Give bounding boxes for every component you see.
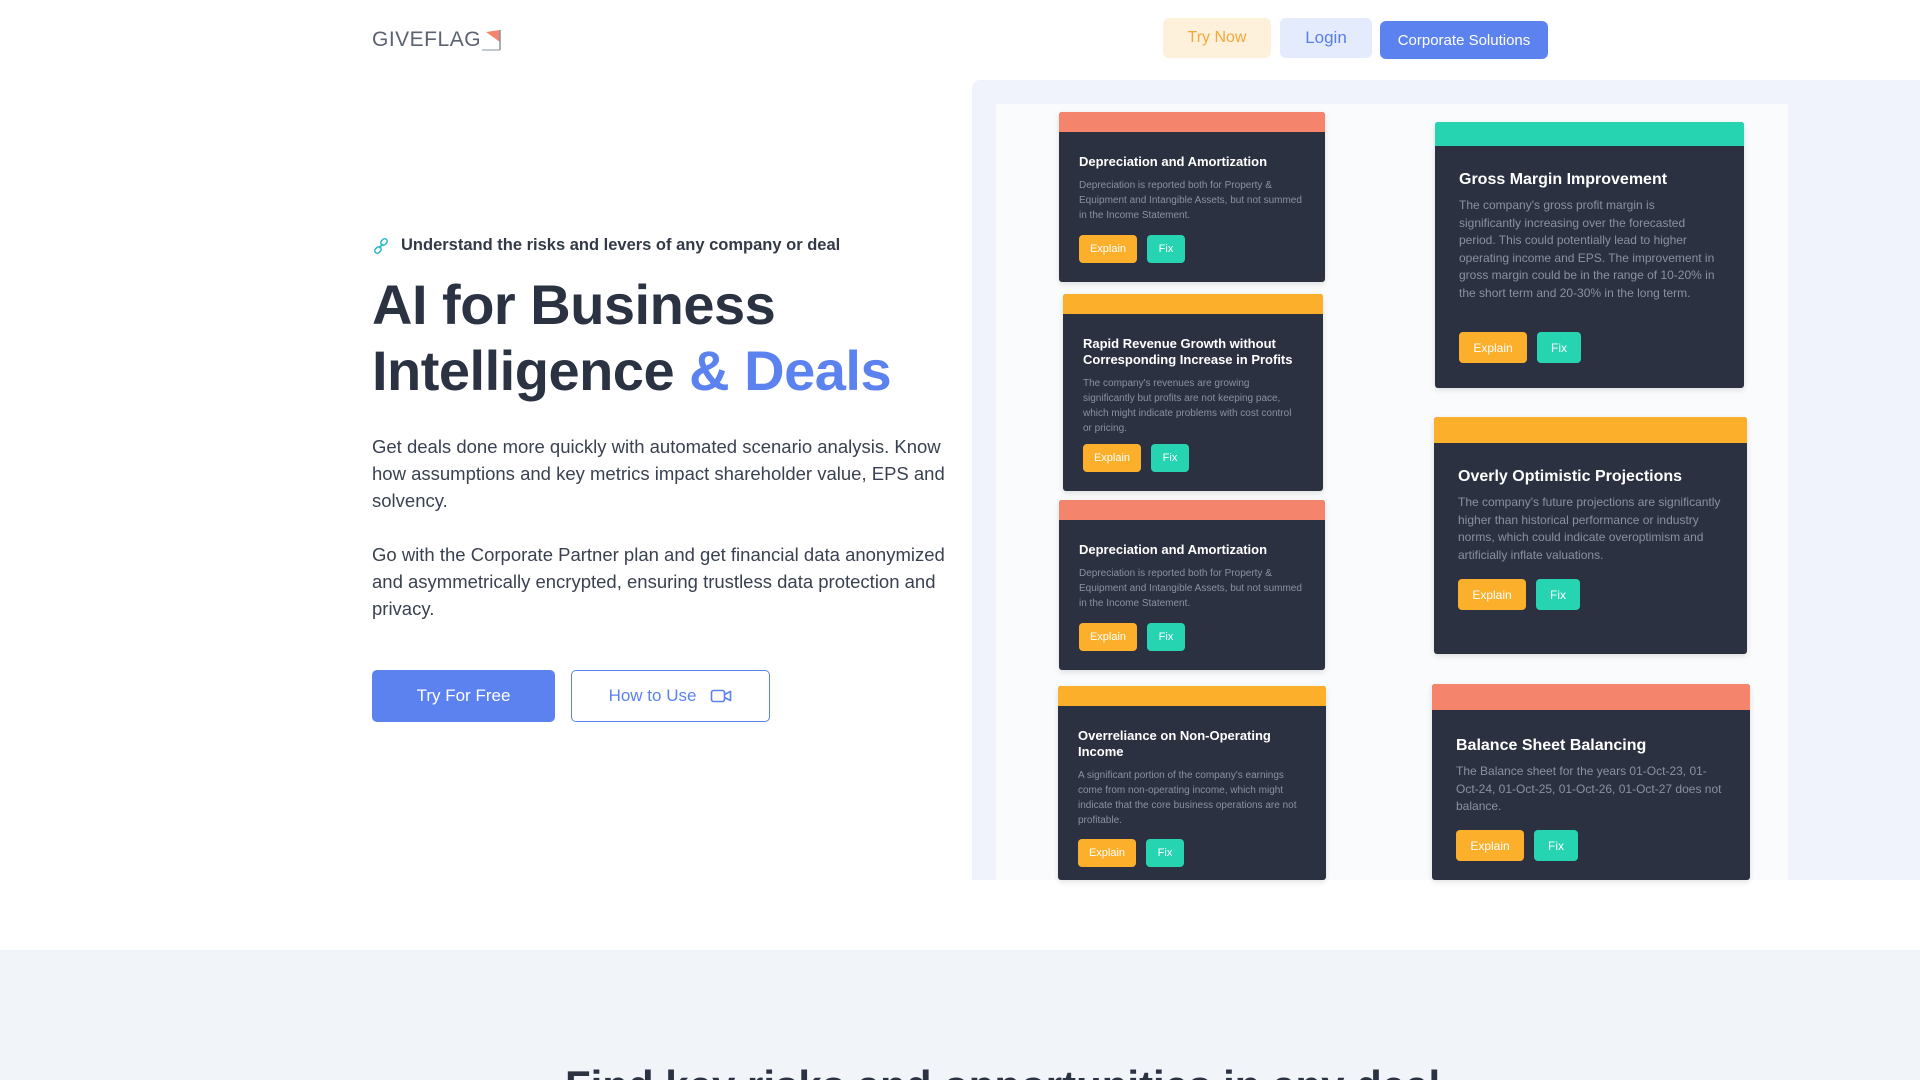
explain-button[interactable]: Explain xyxy=(1083,444,1141,472)
features-section xyxy=(0,950,1920,1080)
insight-card: Overly Optimistic Projections The compan… xyxy=(1434,417,1747,654)
card-color-bar xyxy=(1059,500,1325,520)
corporate-solutions-button[interactable]: Corporate Solutions xyxy=(1380,21,1548,59)
card-description: The company's gross profit margin is sig… xyxy=(1459,198,1715,300)
tagline: Understand the risks and levers of any c… xyxy=(372,236,840,255)
card-title: Rapid Revenue Growth without Correspondi… xyxy=(1083,336,1293,367)
explain-button[interactable]: Explain xyxy=(1456,830,1524,861)
card-title: Depreciation and Amortization xyxy=(1079,154,1268,169)
card-description: A significant portion of the company's e… xyxy=(1078,770,1297,826)
card-title: Gross Margin Improvement xyxy=(1459,171,1668,188)
hero-title: AI for Business Intelligence & Deals xyxy=(372,272,892,404)
fix-button[interactable]: Fix xyxy=(1536,579,1580,610)
section-heading: Find key risks and opportunities in any … xyxy=(565,1062,1440,1080)
hero-title-accent: & Deals xyxy=(689,339,892,402)
logo[interactable]: GIVEFLAG xyxy=(372,28,504,52)
tagline-text: Understand the risks and levers of any c… xyxy=(401,236,841,254)
card-title: Depreciation and Amortization xyxy=(1079,542,1268,557)
insight-card: Rapid Revenue Growth without Correspondi… xyxy=(1063,294,1323,491)
explain-button[interactable]: Explain xyxy=(1459,332,1527,363)
fix-button[interactable]: Fix xyxy=(1146,839,1184,867)
fix-button[interactable]: Fix xyxy=(1151,444,1189,472)
card-color-bar xyxy=(1063,294,1323,314)
try-for-free-button[interactable]: Try For Free xyxy=(372,670,555,722)
explain-button[interactable]: Explain xyxy=(1078,839,1136,867)
card-title: Balance Sheet Balancing xyxy=(1456,737,1647,754)
card-description: The Balance sheet for the years 01-Oct-2… xyxy=(1456,764,1722,813)
hero-paragraph-2: Go with the Corporate Partner plan and g… xyxy=(372,544,945,619)
insight-card: Depreciation and Amortization Depreciati… xyxy=(1059,112,1325,282)
how-to-use-label: How to Use xyxy=(608,686,697,705)
hero-title-line1: AI for Business xyxy=(372,273,776,336)
try-now-button[interactable]: Try Now xyxy=(1163,18,1271,58)
fix-button[interactable]: Fix xyxy=(1537,332,1581,363)
card-color-bar xyxy=(1059,112,1325,132)
card-description: Depreciation is reported both for Proper… xyxy=(1079,180,1302,221)
flag-icon xyxy=(482,30,501,51)
logo-text: GIVEFLAG xyxy=(372,28,482,51)
card-description: The company's revenues are growing signi… xyxy=(1083,378,1292,434)
explain-button[interactable]: Explain xyxy=(1458,579,1526,610)
insight-card: Overreliance on Non-Operating Income A s… xyxy=(1058,686,1326,880)
insight-card: Gross Margin Improvement The company's g… xyxy=(1435,122,1744,388)
card-description: Depreciation is reported both for Proper… xyxy=(1079,568,1302,609)
card-description: The company's future projections are sig… xyxy=(1458,495,1721,562)
card-color-bar xyxy=(1435,122,1744,146)
insight-card: Depreciation and Amortization Depreciati… xyxy=(1059,500,1325,670)
video-camera-icon xyxy=(711,689,732,703)
fix-button[interactable]: Fix xyxy=(1147,623,1185,651)
card-title: Overreliance on Non-Operating Income xyxy=(1078,728,1271,759)
fix-button[interactable]: Fix xyxy=(1147,235,1185,263)
hero-title-line2: Intelligence xyxy=(372,339,675,402)
explain-button[interactable]: Explain xyxy=(1079,623,1137,651)
card-color-bar xyxy=(1432,684,1750,710)
fix-button[interactable]: Fix xyxy=(1534,830,1578,861)
card-title: Overly Optimistic Projections xyxy=(1458,468,1683,485)
link-icon xyxy=(374,237,388,254)
insight-card: Balance Sheet Balancing The Balance shee… xyxy=(1432,684,1750,880)
card-color-bar xyxy=(1058,686,1326,706)
card-color-bar xyxy=(1434,417,1747,443)
explain-button[interactable]: Explain xyxy=(1079,235,1137,263)
how-to-use-button[interactable]: How to Use xyxy=(571,670,770,722)
login-button[interactable]: Login xyxy=(1280,18,1372,58)
hero-paragraph-1: Get deals done more quickly with automat… xyxy=(372,436,945,511)
